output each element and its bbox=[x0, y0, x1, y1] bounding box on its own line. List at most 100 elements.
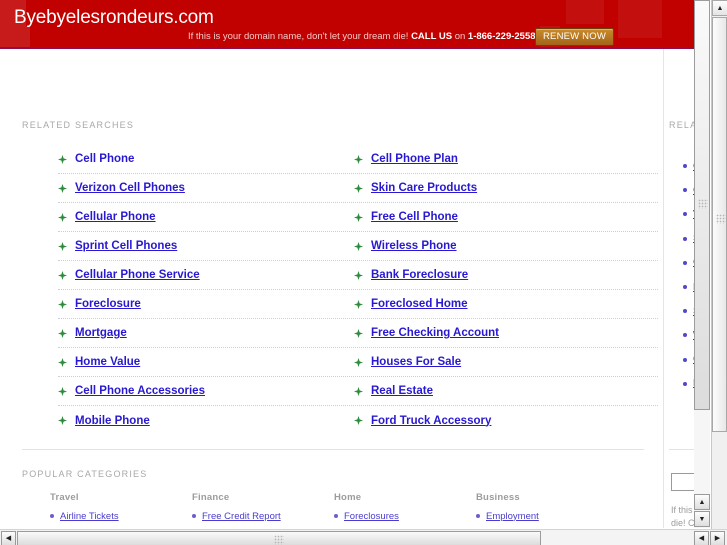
related-search-cell: Cellular Phone bbox=[58, 211, 354, 223]
related-search-link[interactable]: Skin Care Products bbox=[371, 182, 477, 194]
category-column: FinanceFree Credit ReportOnline PaymentC… bbox=[192, 492, 334, 528]
diamond-bullet-icon bbox=[354, 270, 363, 280]
related-search-link[interactable]: Cellular Phone bbox=[75, 211, 156, 223]
related-search-link[interactable]: Wireless Phone bbox=[371, 240, 457, 252]
related-search-link[interactable]: Houses For Sale bbox=[371, 356, 461, 368]
related-search-link[interactable]: Ford Truck Accessory bbox=[371, 415, 491, 427]
related-searches-grid: Cell Phone Cell Phone Plan Verizon Cell Ph… bbox=[58, 145, 658, 435]
header-tagline: If this is your domain name, don't let y… bbox=[188, 31, 547, 42]
dot-bullet-icon bbox=[683, 333, 687, 338]
related-search-cell: Cell Phone Accessories bbox=[58, 385, 354, 397]
related-search-cell: Mortgage bbox=[58, 327, 354, 339]
related-search-row: Mortgage Free Checking Account bbox=[58, 319, 658, 348]
outer-hscroll-left-button[interactable]: ◀ bbox=[694, 531, 709, 545]
related-search-link[interactable]: Cell Phone bbox=[75, 153, 134, 165]
related-search-row: Home Value Houses For Sale bbox=[58, 348, 658, 377]
related-search-link[interactable]: Cell Phone Accessories bbox=[75, 385, 205, 397]
tagline-text: If this is your domain name, don't let y… bbox=[188, 31, 412, 42]
diamond-bullet-icon bbox=[354, 357, 363, 367]
header-decoration-square-1 bbox=[566, 0, 604, 24]
related-search-link[interactable]: Mobile Phone bbox=[75, 415, 150, 427]
related-search-row: Cell Phone Cell Phone Plan bbox=[58, 145, 658, 174]
category-list-item: Foreclosures bbox=[334, 508, 476, 525]
outer-hscroll-right-button[interactable]: ▶ bbox=[710, 531, 725, 545]
inner-vscroll-down-button[interactable]: ▼ bbox=[694, 511, 710, 527]
inner-vertical-scrollbar[interactable]: ▲ ▼ bbox=[694, 0, 710, 528]
inner-hscroll-left-button[interactable]: ◀ bbox=[1, 531, 16, 545]
dot-bullet-icon bbox=[683, 236, 687, 241]
category-link[interactable]: Foreclosures bbox=[344, 511, 399, 522]
category-link[interactable]: Free Credit Report bbox=[202, 511, 281, 522]
related-search-row: Foreclosure Foreclosed Home bbox=[58, 290, 658, 319]
related-search-link[interactable]: Foreclosed Home bbox=[371, 298, 468, 310]
related-search-row: Verizon Cell Phones Skin Care Products bbox=[58, 174, 658, 203]
inner-vscroll-up-button[interactable]: ▲ bbox=[694, 494, 710, 510]
header-decoration-square-4 bbox=[0, 26, 30, 47]
related-search-link[interactable]: Bank Foreclosure bbox=[371, 269, 468, 281]
renew-now-button[interactable]: RENEW NOW bbox=[534, 28, 614, 46]
outer-vscroll-up-button[interactable]: ▲ bbox=[712, 0, 727, 16]
outer-horizontal-scrollbar[interactable]: ◀ ◀ ▶ bbox=[0, 529, 727, 545]
outer-vertical-scrollbar[interactable]: ▲ bbox=[711, 0, 727, 529]
related-search-cell: Cell Phone Plan bbox=[354, 153, 654, 165]
diamond-bullet-icon bbox=[58, 212, 67, 222]
inner-hscroll-track[interactable] bbox=[17, 531, 693, 545]
category-heading: Finance bbox=[192, 492, 230, 503]
related-search-cell: Foreclosure bbox=[58, 298, 354, 310]
category-column: HomeForeclosuresHouses For SaleMortgageP… bbox=[334, 492, 476, 528]
related-search-row: Cellular Phone Service Bank Foreclosure bbox=[58, 261, 658, 290]
related-search-cell: Ford Truck Accessory bbox=[354, 415, 654, 427]
related-search-link[interactable]: Free Cell Phone bbox=[371, 211, 458, 223]
category-link[interactable]: Airline Tickets bbox=[60, 511, 119, 522]
page-title: Byebyelesrondeurs.com bbox=[14, 7, 214, 28]
related-search-link[interactable]: Mortgage bbox=[75, 327, 127, 339]
category-list-item: Hotels bbox=[50, 525, 192, 528]
diamond-bullet-icon bbox=[58, 299, 67, 309]
category-heading: Travel bbox=[50, 492, 79, 503]
category-list-item: Free Credit Report bbox=[192, 508, 334, 525]
diamond-bullet-icon bbox=[354, 183, 363, 193]
related-search-cell: Real Estate bbox=[354, 385, 654, 397]
related-search-row: Cell Phone Accessories Real Estate bbox=[58, 377, 658, 406]
category-heading: Home bbox=[334, 492, 362, 503]
category-link[interactable]: Work From Home bbox=[486, 527, 561, 528]
related-search-row: Sprint Cell Phones Wireless Phone bbox=[58, 232, 658, 261]
inner-vscroll-grip bbox=[698, 199, 708, 209]
related-search-cell: Free Checking Account bbox=[354, 327, 654, 339]
inner-vscroll-thumb[interactable] bbox=[694, 0, 710, 410]
related-search-link[interactable]: Cell Phone Plan bbox=[371, 153, 458, 165]
related-search-link[interactable]: Sprint Cell Phones bbox=[75, 240, 177, 252]
dot-bullet-icon bbox=[683, 357, 687, 362]
category-link[interactable]: Online Payment bbox=[202, 527, 270, 528]
related-search-cell: Verizon Cell Phones bbox=[58, 182, 354, 194]
diamond-bullet-icon bbox=[58, 154, 67, 164]
outer-vscroll-thumb[interactable] bbox=[712, 17, 727, 432]
related-search-link[interactable]: Home Value bbox=[75, 356, 140, 368]
related-search-row: Cellular Phone Free Cell Phone bbox=[58, 203, 658, 232]
category-list-item: Airline Tickets bbox=[50, 508, 192, 525]
category-heading: Business bbox=[476, 492, 520, 503]
tagline-call-us: CALL US bbox=[411, 31, 453, 42]
site-header: Byebyelesrondeurs.com If this is your do… bbox=[0, 0, 710, 49]
dot-bullet-icon bbox=[50, 514, 54, 519]
diamond-bullet-icon bbox=[58, 270, 67, 280]
related-search-cell: Mobile Phone bbox=[58, 415, 354, 427]
category-link[interactable]: Hotels bbox=[60, 527, 87, 528]
related-search-link[interactable]: Foreclosure bbox=[75, 298, 141, 310]
diamond-bullet-icon bbox=[354, 416, 363, 425]
inner-hscroll-thumb[interactable] bbox=[17, 531, 541, 545]
browser-window: Byebyelesrondeurs.com If this is your do… bbox=[0, 0, 727, 545]
section-divider bbox=[22, 449, 644, 450]
diamond-bullet-icon bbox=[354, 212, 363, 222]
related-search-link[interactable]: Free Checking Account bbox=[371, 327, 499, 339]
related-search-cell: Wireless Phone bbox=[354, 240, 654, 252]
related-search-row: Mobile Phone Ford Truck Accessory bbox=[58, 406, 658, 435]
category-link[interactable]: Employment bbox=[486, 511, 539, 522]
related-search-link[interactable]: Cellular Phone Service bbox=[75, 269, 200, 281]
category-link[interactable]: Houses For Sale bbox=[344, 527, 415, 528]
related-search-link[interactable]: Verizon Cell Phones bbox=[75, 182, 185, 194]
related-search-link[interactable]: Real Estate bbox=[371, 385, 433, 397]
category-list-item: Employment bbox=[476, 508, 618, 525]
tagline-phone: 1-866-229-2558 bbox=[467, 31, 536, 42]
category-list-item: Online Payment bbox=[192, 525, 334, 528]
